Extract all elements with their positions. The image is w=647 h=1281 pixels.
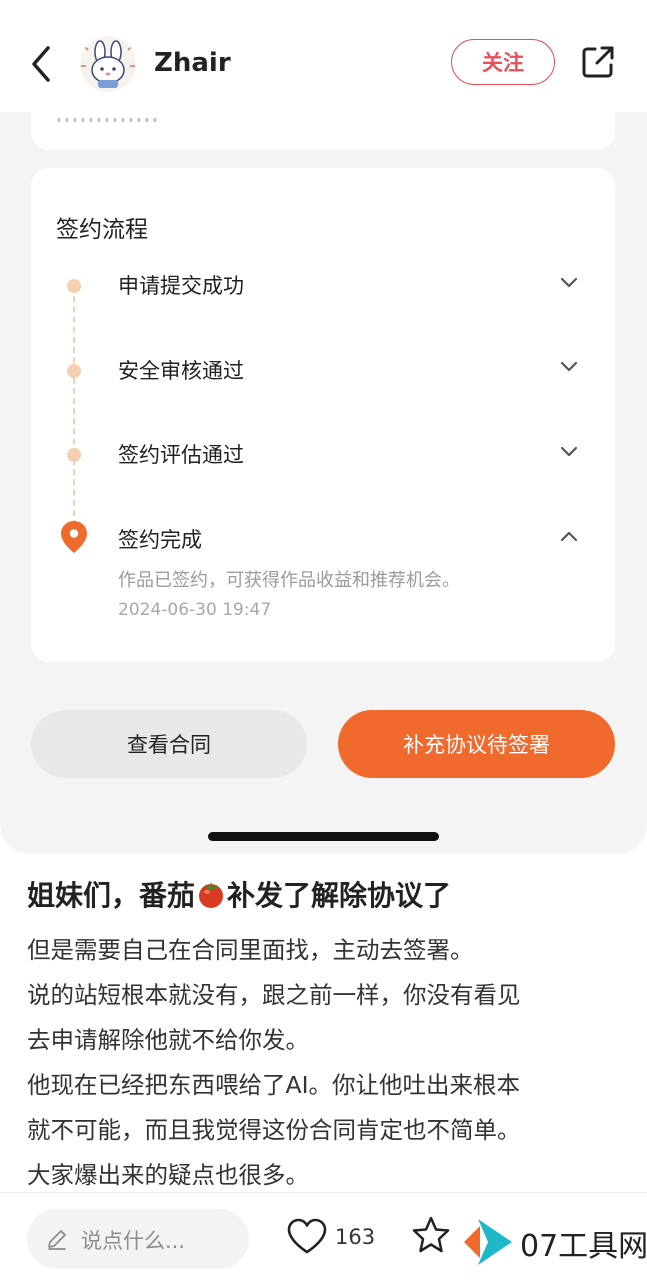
- post-title-end: 补发了解除协议了: [227, 879, 452, 912]
- tomato-emoji-icon: [199, 882, 224, 908]
- comment-input[interactable]: 说点什么...: [27, 1209, 249, 1269]
- timeline-dot: [67, 448, 81, 462]
- comment-placeholder: 说点什么...: [81, 1229, 186, 1253]
- post-line: 但是需要自己在合同里面找，主动去签署。: [27, 936, 474, 964]
- timeline-line: [73, 286, 75, 526]
- post-title: 姐妹们，番茄 补发了解除协议了: [27, 874, 451, 914]
- step-label[interactable]: 签约评估通过: [118, 439, 244, 469]
- post-title-start: 姐妹们，番茄: [27, 879, 196, 912]
- home-indicator: [208, 832, 439, 841]
- location-pin-icon: [61, 521, 87, 553]
- post-line: 就不可能，而且我觉得这份合同肯定也不简单。: [27, 1116, 521, 1144]
- watermark-logo-icon: [464, 1219, 512, 1265]
- step-label[interactable]: 申请提交成功: [118, 270, 244, 300]
- step-label[interactable]: 签约完成: [118, 524, 202, 554]
- step-label[interactable]: 安全审核通过: [118, 355, 244, 385]
- bottom-action-bar: 说点什么... 163 07工具网: [0, 1192, 647, 1281]
- top-bar: Zhair 关注: [0, 0, 647, 112]
- back-arrow-icon[interactable]: [26, 44, 56, 84]
- chevron-down-icon[interactable]: [559, 445, 579, 459]
- chevron-down-icon[interactable]: [559, 276, 579, 290]
- avatar[interactable]: [80, 36, 136, 92]
- timeline-dot: [67, 364, 81, 378]
- star-icon[interactable]: [411, 1215, 451, 1255]
- embedded-screenshot: 签约流程 申请提交成功 安全审核通过 签约评估通过 签约完成 作品已签约，可获得…: [0, 112, 647, 854]
- watermark-text: 07工具网: [520, 1229, 647, 1264]
- view-contract-button[interactable]: 查看合同: [31, 710, 307, 778]
- sign-supplement-button[interactable]: 补充协议待签署: [338, 710, 615, 778]
- previous-card-bottom: [31, 112, 615, 150]
- post-line: 他现在已经把东西喂给了AI。你让他吐出来根本: [27, 1071, 521, 1099]
- chevron-down-icon[interactable]: [559, 360, 579, 374]
- post-line: 去申请解除他就不给你发。: [27, 1026, 309, 1054]
- like-count: 163: [335, 1225, 376, 1249]
- pencil-icon: [48, 1230, 66, 1250]
- avatar-bunny-icon: [81, 40, 135, 88]
- step-description: 作品已签约，可获得作品收益和推荐机会。: [118, 570, 460, 591]
- post-line: 说的站短根本就没有，跟之前一样，你没有看见: [27, 981, 521, 1009]
- follow-button[interactable]: 关注: [451, 39, 555, 85]
- signing-process-title: 签约流程: [56, 217, 148, 243]
- post-body: 但是需要自己在合同里面找，主动去签署。 说的站短根本就没有，跟之前一样，你没有看…: [27, 928, 627, 1198]
- timeline-dot: [67, 279, 81, 293]
- share-icon[interactable]: [580, 44, 616, 80]
- heart-icon[interactable]: [286, 1217, 328, 1255]
- step-timestamp: 2024-06-30 19:47: [118, 600, 272, 620]
- chevron-up-icon[interactable]: [559, 529, 579, 543]
- username[interactable]: Zhair: [154, 48, 231, 78]
- signing-process-card: 签约流程 申请提交成功 安全审核通过 签约评估通过 签约完成 作品已签约，可获得…: [31, 168, 615, 662]
